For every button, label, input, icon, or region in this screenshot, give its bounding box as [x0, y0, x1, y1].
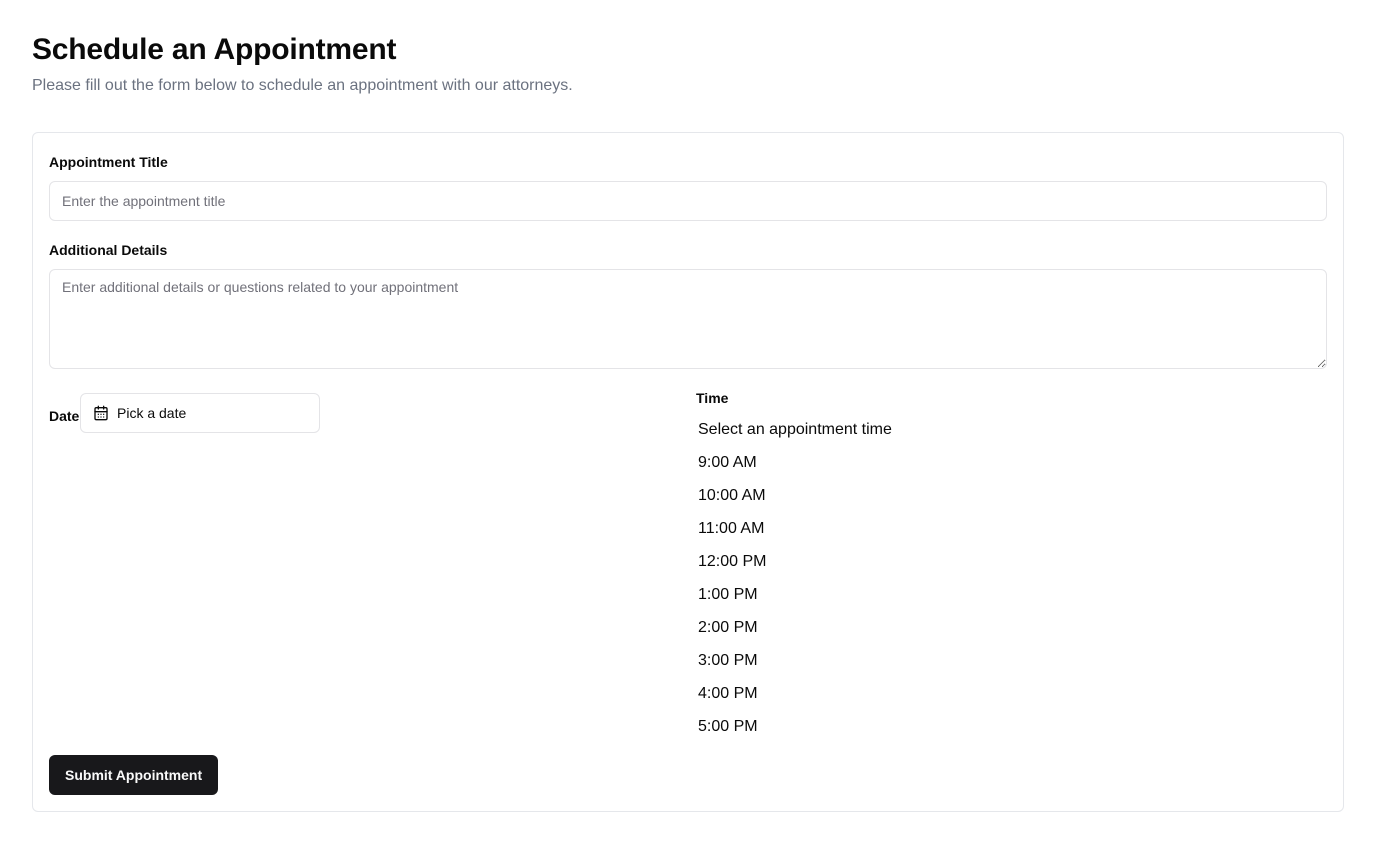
time-option[interactable]: 9:00 AM [697, 449, 1097, 482]
appointment-page: Schedule an Appointment Please fill out … [0, 0, 1376, 844]
page-title: Schedule an Appointment [32, 33, 397, 66]
submit-appointment-button[interactable]: Submit Appointment [49, 755, 219, 795]
time-select-list[interactable]: Select an appointment time 9:00 AM 10:00… [697, 416, 1097, 746]
appointment-title-input[interactable] [49, 181, 1327, 221]
time-label: Time [696, 390, 729, 406]
additional-details-textarea[interactable] [49, 269, 1327, 369]
date-picker-button[interactable]: Pick a date [80, 393, 320, 433]
time-option[interactable]: 3:00 PM [697, 647, 1097, 680]
date-label: Date [49, 408, 80, 424]
calendar-icon [93, 405, 109, 421]
appointment-title-label: Appointment Title [49, 154, 168, 170]
time-option[interactable]: 5:00 PM [697, 713, 1097, 746]
time-option[interactable]: 11:00 AM [697, 515, 1097, 548]
time-option[interactable]: 2:00 PM [697, 614, 1097, 647]
time-option-placeholder[interactable]: Select an appointment time [697, 416, 1097, 449]
additional-details-label: Additional Details [49, 242, 168, 258]
page-subtitle: Please fill out the form below to schedu… [32, 77, 573, 94]
time-option[interactable]: 1:00 PM [697, 581, 1097, 614]
time-option[interactable]: 12:00 PM [697, 548, 1097, 581]
appointment-form-card: Appointment Title Additional Details Dat… [32, 132, 1344, 812]
date-picker-text: Pick a date [117, 405, 187, 421]
time-option[interactable]: 10:00 AM [697, 482, 1097, 515]
time-option[interactable]: 4:00 PM [697, 680, 1097, 713]
